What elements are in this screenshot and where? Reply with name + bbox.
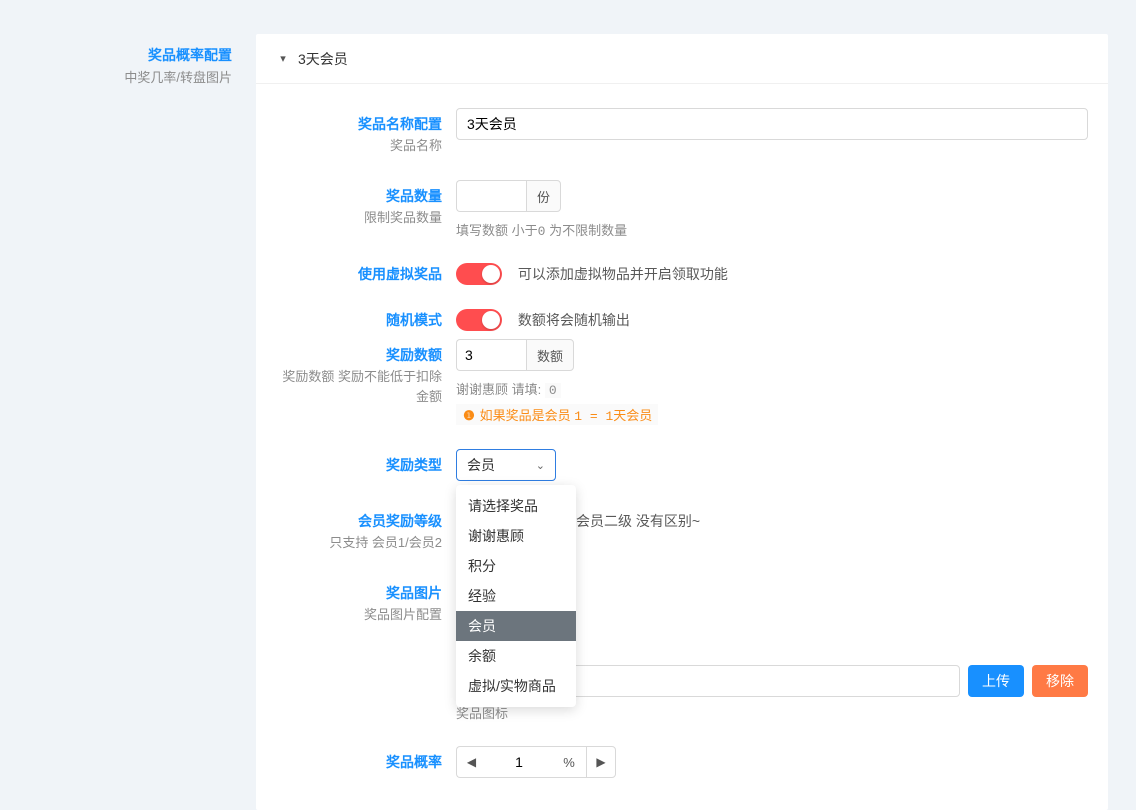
probability-increment[interactable]: ▶ bbox=[586, 746, 616, 778]
chevron-down-icon: ⌄ bbox=[536, 459, 545, 472]
remove-button[interactable]: 移除 bbox=[1032, 665, 1088, 697]
info-icon: ❶ bbox=[462, 408, 476, 424]
sidebar-subtitle: 中奖几率/转盘图片 bbox=[0, 68, 232, 88]
amount-unit: 数额 bbox=[526, 339, 574, 371]
option-points[interactable]: 积分 bbox=[456, 551, 576, 581]
option-balance[interactable]: 余额 bbox=[456, 641, 576, 671]
label-random: 随机模式 bbox=[276, 309, 456, 331]
reward-type-dropdown: 请选择奖品 谢谢惠顾 积分 经验 会员 余额 虚拟/实物商品 bbox=[456, 485, 576, 707]
probability-unit: % bbox=[552, 746, 586, 778]
label-prize-name: 奖品名称配置 奖品名称 bbox=[276, 108, 456, 156]
label-probability: 奖品概率 bbox=[276, 746, 456, 778]
option-member[interactable]: 会员 bbox=[456, 611, 576, 641]
label-virtual: 使用虚拟奖品 bbox=[276, 263, 456, 285]
option-placeholder[interactable]: 请选择奖品 bbox=[456, 491, 576, 521]
main-panel: ▾ 3天会员 奖品名称配置 奖品名称 奖品数量 限制奖品数量 bbox=[256, 34, 1108, 810]
label-prize-quantity: 奖品数量 限制奖品数量 bbox=[276, 180, 456, 239]
sidebar-title: 奖品概率配置 bbox=[0, 44, 232, 66]
virtual-switch[interactable] bbox=[456, 263, 502, 285]
collapse-title: 3天会员 bbox=[298, 49, 348, 69]
reward-type-value: 会员 bbox=[467, 455, 495, 475]
random-switch[interactable] bbox=[456, 309, 502, 331]
option-goods[interactable]: 虚拟/实物商品 bbox=[456, 671, 576, 701]
label-member-level: 会员奖励等级 只支持 会员1/会员2 bbox=[276, 505, 456, 553]
virtual-desc: 可以添加虚拟物品并开启领取功能 bbox=[518, 263, 728, 285]
amount-tip: 谢谢惠顾 请填: 0 bbox=[456, 379, 1088, 398]
collapse-header[interactable]: ▾ 3天会员 bbox=[256, 34, 1108, 84]
amount-warning: ❶ 如果奖品是会员 1 = 1天会员 bbox=[456, 404, 658, 425]
probability-input[interactable] bbox=[486, 746, 552, 778]
prize-name-input[interactable] bbox=[456, 108, 1088, 140]
sidebar: 奖品概率配置 中奖几率/转盘图片 bbox=[0, 16, 256, 810]
probability-decrement[interactable]: ◀ bbox=[456, 746, 486, 778]
amount-input[interactable] bbox=[456, 339, 526, 371]
quantity-help: 填写数额 小于0 为不限制数量 bbox=[456, 220, 1088, 239]
label-amount: 奖励数额 奖励数额 奖励不能低于扣除金额 bbox=[276, 339, 456, 425]
random-desc: 数额将会随机输出 bbox=[518, 309, 630, 331]
option-thanks[interactable]: 谢谢惠顾 bbox=[456, 521, 576, 551]
upload-button[interactable]: 上传 bbox=[968, 665, 1024, 697]
label-prize-image: 奖品图片 奖品图片配置 bbox=[276, 577, 456, 722]
option-exp[interactable]: 经验 bbox=[456, 581, 576, 611]
reward-type-select[interactable]: 会员 ⌄ bbox=[456, 449, 556, 481]
prize-quantity-input[interactable] bbox=[456, 180, 526, 212]
chevron-down-icon: ▾ bbox=[276, 52, 290, 65]
label-reward-type: 奖励类型 bbox=[276, 449, 456, 481]
quantity-unit: 份 bbox=[526, 180, 561, 212]
